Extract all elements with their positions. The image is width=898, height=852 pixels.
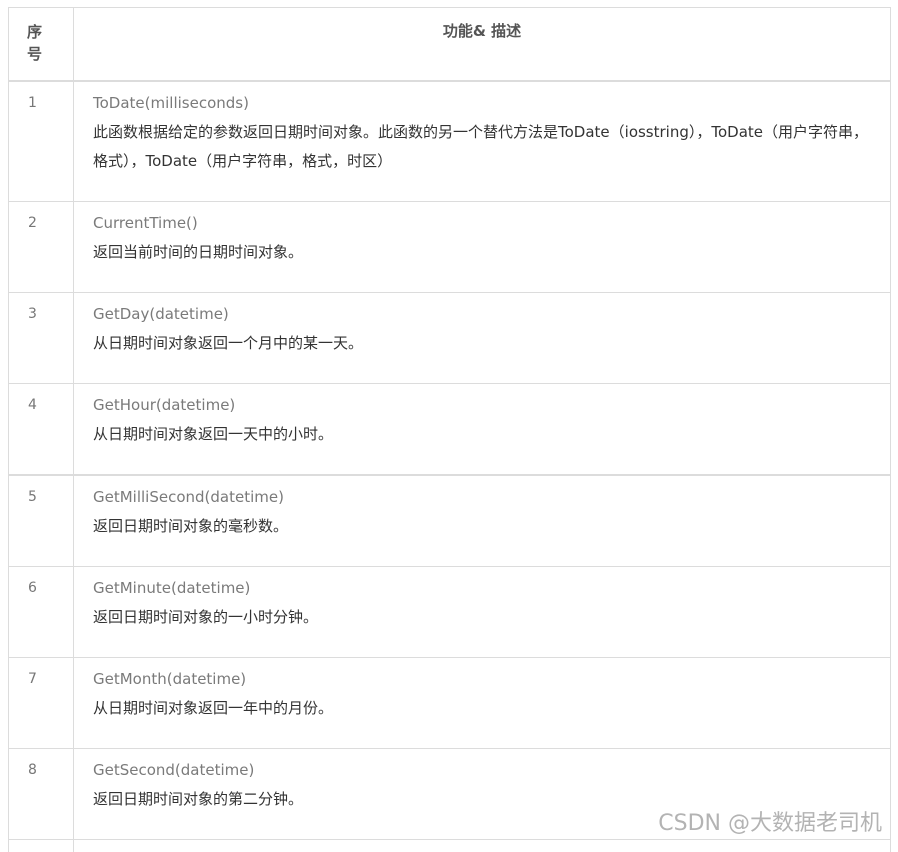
- row-function: GetSecond(datetime): [93, 761, 255, 779]
- table-row: 3 GetDay(datetime) 从日期时间对象返回一个月中的某一天。: [9, 293, 890, 384]
- table-row: 7 GetMonth(datetime) 从日期时间对象返回一年中的月份。: [9, 658, 890, 749]
- header-description: 功能& 描述: [442, 22, 522, 40]
- row-index: 3: [28, 306, 37, 322]
- row-function: GetDay(datetime): [93, 305, 229, 323]
- row-function: ToDate(milliseconds): [93, 94, 249, 112]
- row-function: GetMonth(datetime): [93, 670, 247, 688]
- function-table: 序号 功能& 描述 1 ToDate(milliseconds) 此函数根据给定…: [8, 7, 891, 852]
- table-row: 2 CurrentTime() 返回当前时间的日期时间对象。: [9, 202, 890, 293]
- row-index: 5: [28, 489, 37, 505]
- header-index: 序号: [27, 23, 43, 63]
- watermark: CSDN @大数据老司机: [658, 811, 882, 836]
- row-index: 2: [28, 215, 37, 231]
- row-description: 返回当前时间的日期时间对象。: [93, 243, 304, 261]
- table-row: 1 ToDate(milliseconds) 此函数根据给定的参数返回日期时间对…: [9, 82, 890, 202]
- row-description: 返回日期时间对象的毫秒数。: [93, 517, 289, 535]
- row-index: 6: [28, 580, 37, 596]
- table-row: 5 GetMilliSecond(datetime) 返回日期时间对象的毫秒数。: [9, 476, 890, 567]
- row-description: 从日期时间对象返回一年中的月份。: [93, 699, 334, 717]
- row-description: 返回日期时间对象的一小时分钟。: [93, 608, 319, 626]
- row-index: 8: [28, 762, 37, 778]
- row-function: GetMinute(datetime): [93, 579, 251, 597]
- row-function: CurrentTime(): [93, 214, 198, 232]
- row-index: 1: [28, 95, 37, 111]
- row-index: 4: [28, 397, 37, 413]
- table-row: 4 GetHour(datetime) 从日期时间对象返回一天中的小时。: [9, 384, 890, 476]
- row-function: GetHour(datetime): [93, 396, 236, 414]
- row-index: 7: [28, 671, 37, 687]
- row-description: 此函数根据给定的参数返回日期时间对象。此函数的另一个替代方法是ToDate（io…: [93, 123, 869, 170]
- row-function: GetMilliSecond(datetime): [93, 488, 284, 506]
- table-row: 6 GetMinute(datetime) 返回日期时间对象的一小时分钟。: [9, 567, 890, 658]
- row-description: 从日期时间对象返回一天中的小时。: [93, 425, 334, 443]
- table-header: 序号 功能& 描述: [9, 8, 890, 82]
- row-description: 从日期时间对象返回一个月中的某一天。: [93, 334, 364, 352]
